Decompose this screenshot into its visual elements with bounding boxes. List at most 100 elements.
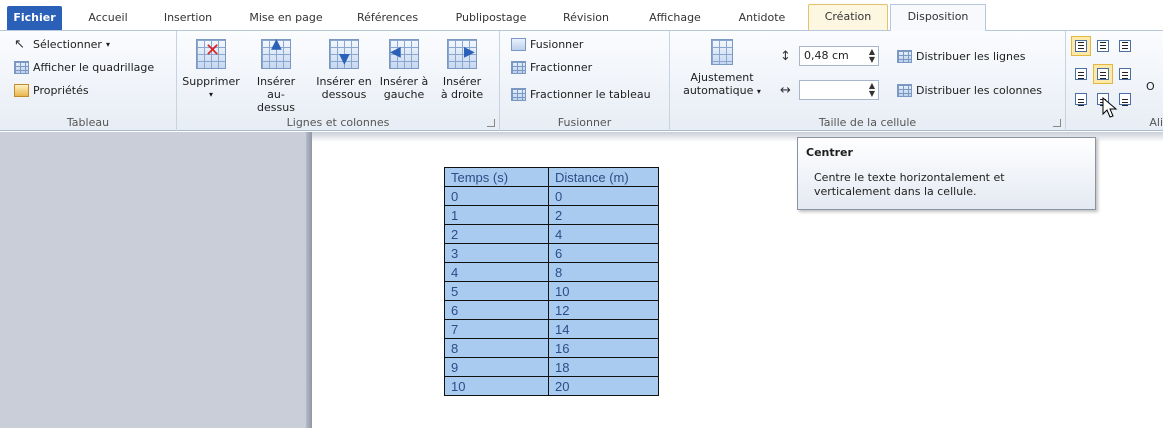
cell-temps[interactable]: 0 — [444, 186, 549, 206]
cell-distance[interactable]: 18 — [548, 357, 659, 377]
split-table-button[interactable]: Fractionner le tableau — [511, 88, 651, 101]
align-top-left-icon — [1075, 40, 1087, 52]
cell-temps[interactable]: 1 — [444, 205, 549, 225]
insert-left-label-2: gauche — [383, 88, 425, 101]
insert-left-icon: ◀ — [389, 39, 419, 69]
distribute-columns-icon — [897, 84, 912, 97]
tab-fichier[interactable]: Fichier — [7, 6, 62, 30]
merge-cells-button[interactable]: Fusionner — [511, 38, 583, 51]
dialog-launcher-icon[interactable] — [487, 119, 495, 127]
align-bottom-right-button[interactable] — [1115, 89, 1135, 109]
tab-revision[interactable]: Révision — [552, 8, 620, 30]
tab-affichage[interactable]: Affichage — [636, 8, 714, 30]
split-cells-button[interactable]: Fractionner — [511, 61, 592, 74]
cell-distance[interactable]: 8 — [548, 262, 659, 282]
spin-icon[interactable]: ▲ ▼ — [869, 82, 875, 98]
cell-distance[interactable]: 12 — [548, 300, 659, 320]
align-center-button[interactable] — [1093, 64, 1113, 84]
table-row: 6 12 — [444, 300, 659, 320]
tab-publipostage[interactable]: Publipostage — [443, 8, 539, 30]
cell-distance[interactable]: 2 — [548, 205, 659, 225]
cell-temps[interactable]: 5 — [444, 281, 549, 301]
distribute-columns-button[interactable]: Distribuer les colonnes — [897, 84, 1042, 97]
tab-creation[interactable]: Création — [808, 4, 888, 30]
align-middle-right-button[interactable] — [1115, 64, 1135, 84]
tab-antidote[interactable]: Antidote — [726, 8, 798, 30]
table-row: 36 — [444, 243, 659, 263]
cell-distance[interactable]: 4 — [548, 224, 659, 244]
cell-distance[interactable]: 10 — [548, 281, 659, 301]
show-gridlines-label: Afficher le quadrillage — [33, 61, 155, 74]
row-height-icon: ↕ — [780, 48, 791, 64]
properties-icon — [14, 84, 29, 97]
column-width-input[interactable]: ▲ ▼ — [799, 80, 879, 100]
table-row: 12 — [444, 205, 659, 225]
delete-button[interactable]: ✕ Supprimer ▾ — [181, 39, 241, 101]
header-temps[interactable]: Temps (s) — [444, 167, 549, 187]
cell-temps[interactable]: 9 — [444, 357, 549, 377]
cell-distance[interactable]: 6 — [548, 243, 659, 263]
properties-button[interactable]: Propriétés — [14, 84, 89, 97]
insert-above-label-2: au-dessus — [257, 88, 295, 114]
cell-temps[interactable]: 10 — [444, 376, 549, 396]
row-height-input[interactable]: 0,48 cm ▲ ▼ — [799, 46, 879, 66]
spin-icon[interactable]: ▲ ▼ — [869, 48, 875, 64]
align-middle-left-icon — [1075, 68, 1087, 80]
group-label-tableau: Tableau — [66, 116, 110, 129]
distribute-rows-icon — [897, 50, 912, 63]
tab-insertion[interactable]: Insertion — [152, 8, 224, 30]
show-gridlines-button[interactable]: Afficher le quadrillage — [14, 61, 154, 74]
select-button[interactable]: ↖ Sélectionner ▾ — [14, 38, 110, 51]
left-gray-margin — [0, 132, 312, 428]
header-distance[interactable]: Distance (m) — [548, 167, 659, 187]
align-top-left-button[interactable] — [1071, 36, 1091, 56]
table-row: 00 — [444, 186, 659, 206]
merge-label: Fusionner — [530, 38, 584, 51]
cell-distance[interactable]: 14 — [548, 319, 659, 339]
insert-left-button[interactable]: ◀ Insérer à gauche — [377, 39, 431, 101]
cell-temps[interactable]: 8 — [444, 338, 549, 358]
cell-distance[interactable]: 0 — [548, 186, 659, 206]
cell-temps[interactable]: 4 — [444, 262, 549, 282]
text-direction-label[interactable]: O — [1146, 80, 1155, 93]
align-bottom-left-icon — [1075, 93, 1087, 105]
cell-temps[interactable]: 6 — [444, 300, 549, 320]
distribute-rows-button[interactable]: Distribuer les lignes — [897, 50, 1026, 63]
table-row: 5 10 — [444, 281, 659, 301]
split-label: Fractionner — [530, 61, 593, 74]
insert-right-label-2: à droite — [440, 88, 484, 101]
insert-below-icon: ▼ — [329, 39, 359, 69]
tab-accueil[interactable]: Accueil — [78, 8, 138, 30]
cell-distance[interactable]: 16 — [548, 338, 659, 358]
data-table[interactable]: Temps (s) Distance (m) 0 0 1 2 2 4 3 6 4 8 5 10 6 12 7… — [444, 167, 659, 396]
distribute-rows-label: Distribuer les lignes — [916, 50, 1026, 63]
table-header-row: Temps (s) Distance (m) — [444, 167, 659, 187]
group-fusionner: Fusionner Fractionner Fractionner le tab… — [500, 31, 670, 131]
tab-mise-en-page[interactable]: Mise en page — [240, 8, 332, 30]
insert-right-button[interactable]: ▶ Insérer à droite — [435, 39, 489, 101]
insert-below-button[interactable]: ▼ Insérer en dessous — [313, 39, 375, 101]
cell-distance[interactable]: 20 — [548, 376, 659, 396]
merge-icon — [511, 38, 526, 51]
align-bottom-left-button[interactable] — [1071, 89, 1091, 109]
cell-temps[interactable]: 3 — [444, 243, 549, 263]
cell-temps[interactable]: 7 — [444, 319, 549, 339]
row-height-control: ↕ 0,48 cm ▲ ▼ — [780, 46, 879, 66]
cell-temps[interactable]: 2 — [444, 224, 549, 244]
tab-references[interactable]: Références — [345, 8, 430, 30]
split-table-label: Fractionner le tableau — [530, 88, 651, 101]
align-top-center-button[interactable] — [1093, 36, 1113, 56]
grid-icon — [14, 61, 29, 74]
table-row: 48 — [444, 262, 659, 282]
dialog-launcher-icon[interactable] — [1053, 119, 1061, 127]
autofit-button[interactable]: Ajustement automatique ▾ — [674, 39, 770, 98]
align-middle-left-button[interactable] — [1071, 64, 1091, 84]
align-top-right-button[interactable] — [1115, 36, 1135, 56]
insert-below-label-2: dessous — [321, 88, 367, 101]
pointer-icon: ↖ — [14, 37, 25, 52]
tab-disposition[interactable]: Disposition — [890, 4, 986, 31]
mouse-cursor-icon — [1102, 97, 1118, 118]
insert-above-button[interactable]: ▲ Insérer au-dessus — [249, 37, 303, 114]
split-icon — [511, 61, 526, 74]
dropdown-icon: ▾ — [208, 90, 213, 99]
